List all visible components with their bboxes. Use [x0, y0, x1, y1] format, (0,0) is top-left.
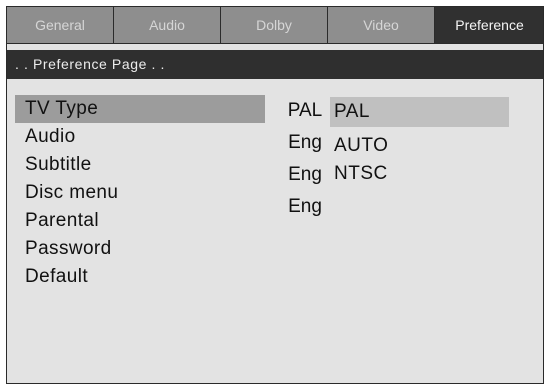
tab-dolby[interactable]: Dolby [221, 7, 328, 44]
tab-general[interactable]: General [7, 7, 114, 44]
current-values-column: PAL Eng Eng Eng [279, 97, 331, 225]
tab-audio-label: Audio [149, 17, 185, 33]
menu-item-default[interactable]: Default [15, 263, 265, 291]
menu-item-tv-type[interactable]: TV Type [15, 95, 265, 123]
audio-value: Eng [288, 132, 322, 153]
option-auto[interactable]: AUTO [330, 131, 509, 159]
menu-item-audio[interactable]: Audio [15, 123, 265, 151]
tab-video[interactable]: Video [328, 7, 435, 44]
option-pal[interactable]: PAL [330, 97, 509, 127]
menu-item-subtitle[interactable]: Subtitle [15, 151, 265, 179]
preference-dialog: General Audio Dolby Video Preference . .… [6, 6, 544, 384]
disc-menu-value: Eng [288, 196, 322, 217]
tab-video-label: Video [363, 17, 399, 33]
subtitle-value: Eng [288, 164, 322, 185]
settings-menu: TV Type Audio Subtitle Disc menu Parenta… [15, 95, 265, 291]
tab-bar: General Audio Dolby Video Preference [7, 7, 543, 44]
tab-preference[interactable]: Preference [435, 7, 543, 44]
tab-general-label: General [35, 17, 85, 33]
page-title: . . Preference Page . . [15, 56, 165, 72]
tv-type-options: PAL AUTO NTSC [330, 97, 509, 187]
menu-item-disc-menu[interactable]: Disc menu [15, 179, 265, 207]
tab-dolby-label: Dolby [256, 17, 292, 33]
option-ntsc[interactable]: NTSC [330, 159, 509, 187]
tab-audio[interactable]: Audio [114, 7, 221, 44]
menu-item-parental[interactable]: Parental [15, 207, 265, 235]
page-title-bar: . . Preference Page . . [7, 50, 543, 79]
tab-preference-label: Preference [455, 17, 524, 33]
menu-item-password[interactable]: Password [15, 235, 265, 263]
tv-type-value: PAL [287, 100, 323, 121]
